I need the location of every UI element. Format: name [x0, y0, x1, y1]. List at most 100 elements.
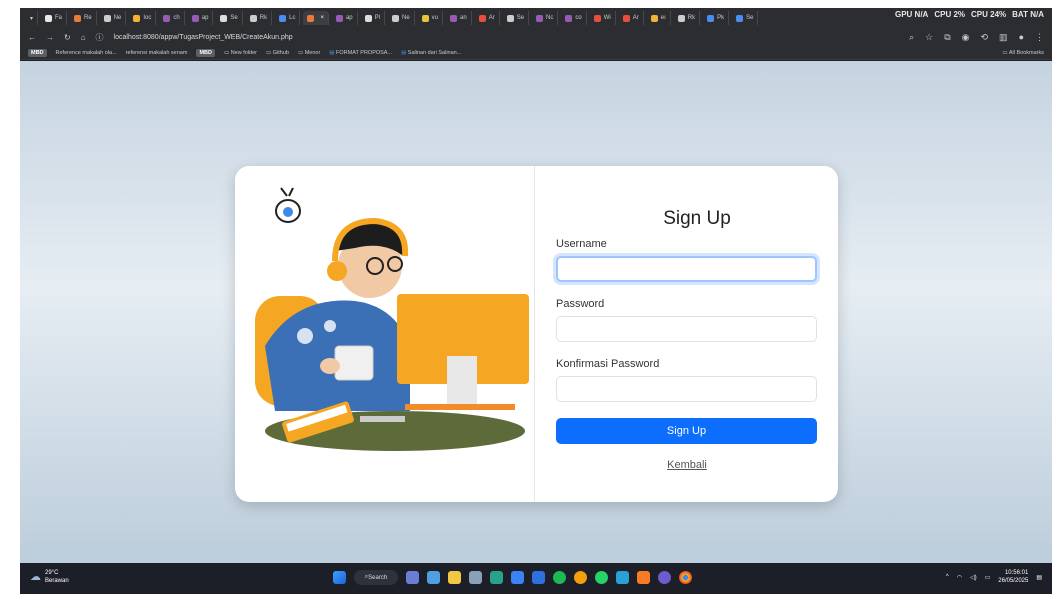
spotify-icon[interactable]: [553, 571, 566, 584]
bookmark-item[interactable]: ▭ Github: [266, 50, 289, 56]
history-icon[interactable]: ⟲: [981, 32, 989, 43]
browser-tab[interactable]: Ne: [388, 11, 415, 25]
profile-icon[interactable]: ●: [1019, 32, 1024, 43]
browser-tab[interactable]: Ar: [475, 11, 500, 25]
tab-label: Nc: [546, 15, 554, 21]
notification-icon[interactable]: ▤: [1036, 574, 1042, 581]
tab-favicon-icon: [279, 14, 287, 22]
signup-button[interactable]: Sign Up: [556, 418, 817, 444]
back-link[interactable]: Kembali: [556, 459, 818, 471]
tab-menu-button[interactable]: ▾: [26, 11, 39, 25]
battery-icon[interactable]: ▭: [985, 574, 991, 581]
confirm-password-input[interactable]: [556, 376, 817, 402]
browser-tab[interactable]: co: [561, 11, 587, 25]
calendar-icon[interactable]: [469, 571, 482, 584]
tab-label: Fa: [55, 15, 63, 21]
taskbar-search[interactable]: ⌕ Search: [354, 570, 398, 585]
bookmark-item[interactable]: ▭ Menor: [298, 50, 320, 56]
browser-tab[interactable]: Ne: [100, 11, 127, 25]
xampp-icon[interactable]: [637, 571, 650, 584]
browser-tab[interactable]: Wi: [590, 11, 616, 25]
password-input[interactable]: [556, 316, 817, 342]
browser-tab[interactable]: ap: [332, 11, 358, 25]
store-icon[interactable]: [511, 571, 524, 584]
bookmark-item[interactable]: ▤ Salinan dari Salinan...: [401, 50, 461, 56]
browser-tab[interactable]: an: [446, 11, 472, 25]
edge-icon[interactable]: [490, 571, 503, 584]
close-tab-icon[interactable]: ×: [320, 15, 324, 21]
volume-icon[interactable]: ◁): [970, 574, 977, 581]
back-icon[interactable]: ←: [28, 33, 36, 42]
browser-tab[interactable]: Ar: [619, 11, 644, 25]
browser-tab[interactable]: ×: [303, 11, 329, 25]
browser-tab[interactable]: Se: [216, 11, 243, 25]
taskbar-apps: ⌕ Search: [333, 570, 692, 585]
browser-tab[interactable]: Lc: [275, 11, 301, 25]
app-icon[interactable]: [574, 571, 587, 584]
tab-favicon-icon: [103, 14, 111, 22]
weather-icon: ☁: [30, 571, 41, 583]
tray-chevron-icon[interactable]: ^: [946, 574, 949, 580]
location-icon[interactable]: ◉: [962, 32, 970, 43]
bookmark-mbd[interactable]: MBD: [28, 48, 47, 57]
weather-widget[interactable]: ☁ 29°C Berawan: [30, 569, 69, 585]
extensions-icon[interactable]: ⧉: [944, 32, 950, 43]
browser-tab[interactable]: Fa: [41, 11, 68, 25]
browser-tab[interactable]: Se: [503, 11, 530, 25]
page-title: Sign Up: [663, 208, 731, 229]
browser-tab[interactable]: Nc: [532, 11, 559, 25]
browser-tab[interactable]: ch: [159, 11, 185, 25]
menu-icon[interactable]: ⋮: [1035, 32, 1044, 43]
wifi-icon[interactable]: ◠: [957, 574, 962, 581]
browser-tab[interactable]: Pl: [361, 11, 385, 25]
browser-tab[interactable]: ap: [188, 11, 214, 25]
sidepanel-icon[interactable]: ▥: [999, 32, 1008, 43]
whatsapp-icon[interactable]: [595, 571, 608, 584]
browser-tab[interactable]: Rk: [246, 11, 273, 25]
bookmark-item[interactable]: Reference makalah ola...: [56, 50, 117, 56]
bookmark-item[interactable]: ▤ FORMAT PROPOSA...: [329, 50, 392, 56]
vscode-icon[interactable]: [616, 571, 629, 584]
tab-favicon-icon: [650, 14, 658, 22]
tab-label: Ne: [113, 15, 122, 21]
all-bookmarks[interactable]: ▭ All Bookmarks: [1002, 50, 1044, 56]
widgets-icon[interactable]: [427, 571, 440, 584]
browser-tab[interactable]: Re: [70, 11, 97, 25]
tab-label: an: [460, 15, 467, 21]
clock[interactable]: 10:56:01 26/05/2025: [998, 569, 1028, 585]
chrome-icon[interactable]: [679, 571, 692, 584]
address-bar: ← → ↻ ⌂ ⓘ localhost:8080/appw/TugasProje…: [20, 28, 1052, 46]
browser-tab[interactable]: vu: [418, 11, 444, 25]
tab-favicon-icon: [163, 14, 171, 22]
browser-tab[interactable]: Ioc: [129, 11, 157, 25]
tab-favicon-icon: [364, 14, 372, 22]
star-icon[interactable]: ☆: [925, 32, 933, 43]
tab-favicon-icon: [622, 14, 630, 22]
site-info-icon[interactable]: ⓘ: [96, 32, 104, 43]
tab-label: Re: [84, 15, 92, 21]
tab-label: Rk: [687, 15, 696, 21]
browser-tab[interactable]: eı: [647, 11, 671, 25]
tab-label: Wi: [603, 15, 611, 21]
mail-icon[interactable]: [532, 571, 545, 584]
file-explorer-icon[interactable]: [448, 571, 461, 584]
tab-label: vu: [431, 15, 439, 21]
signup-form: Sign Up Username Password Konfirmasi Pas…: [535, 166, 838, 502]
battery-stat: BAT N/A: [1012, 10, 1044, 19]
zoom-icon[interactable]: ⌕: [909, 32, 914, 43]
bookmark-item[interactable]: referensi makalah senam: [126, 50, 188, 56]
forward-icon[interactable]: →: [46, 33, 54, 42]
app2-icon[interactable]: [658, 571, 671, 584]
tab-label: eı: [660, 15, 666, 21]
reload-icon[interactable]: ↻: [64, 33, 71, 42]
url-input[interactable]: localhost:8080/appw/TugasProject_WEB/Cre…: [114, 34, 293, 41]
start-icon[interactable]: [333, 571, 346, 584]
bookmark-item[interactable]: ▭ New folder: [224, 50, 257, 56]
taskview-icon[interactable]: [406, 571, 419, 584]
browser-tab[interactable]: Rk: [674, 11, 701, 25]
username-input[interactable]: [556, 256, 817, 282]
browser-tab[interactable]: Pk: [703, 11, 730, 25]
bookmark-mbd-2[interactable]: MBD: [196, 48, 215, 57]
browser-tab[interactable]: Se: [732, 11, 759, 25]
home-icon[interactable]: ⌂: [81, 33, 86, 42]
